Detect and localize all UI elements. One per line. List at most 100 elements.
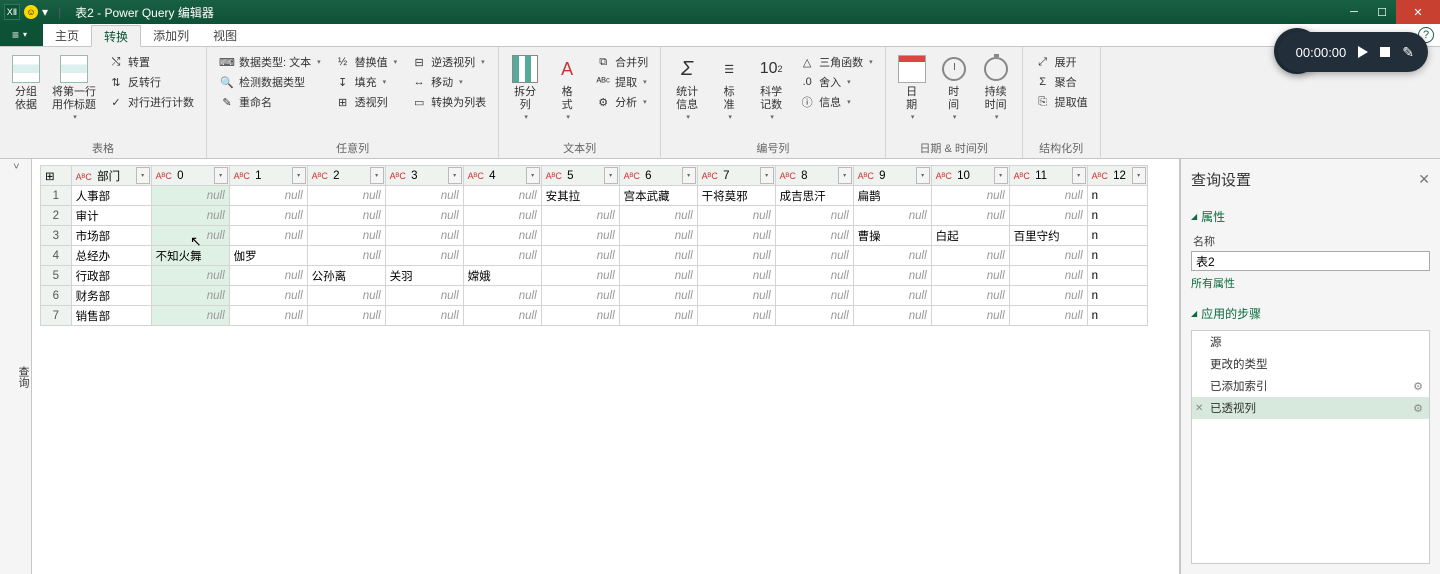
cell[interactable]: null <box>931 286 1009 306</box>
cell[interactable]: n <box>1087 226 1147 246</box>
table-row[interactable]: 6财务部nullnullnullnullnullnullnullnullnull… <box>41 286 1148 306</box>
qat-dropdown[interactable]: ▾ <box>42 5 48 19</box>
filter-button[interactable]: ▾ <box>1132 167 1146 184</box>
cell[interactable]: null <box>385 226 463 246</box>
table-row[interactable]: 7销售部nullnullnullnullnullnullnullnullnull… <box>41 306 1148 326</box>
rounding-button[interactable]: .0舍入 <box>795 73 877 91</box>
cell[interactable]: null <box>697 206 775 226</box>
filter-button[interactable]: ▾ <box>214 167 228 184</box>
expand-button[interactable]: ⤢展开 <box>1031 53 1092 71</box>
scientific-button[interactable]: 科学 记数 <box>751 51 791 123</box>
first-row-headers-button[interactable]: 将第一行 用作标题 <box>48 51 100 123</box>
cell[interactable]: null <box>541 306 619 326</box>
unpivot-button[interactable]: ⊟逆透视列 <box>407 53 490 71</box>
tab-transform[interactable]: 转换 <box>91 25 141 47</box>
column-header[interactable]: AᴮC 7▾ <box>697 166 775 186</box>
step-gear-icon[interactable]: ⚙ <box>1413 380 1423 393</box>
cell[interactable]: null <box>541 206 619 226</box>
cell[interactable]: null <box>853 266 931 286</box>
cell[interactable]: null <box>307 226 385 246</box>
cell[interactable]: null <box>775 306 853 326</box>
cell[interactable]: null <box>1009 306 1087 326</box>
cell[interactable]: null <box>931 206 1009 226</box>
maximize-button[interactable]: ☐ <box>1368 0 1396 24</box>
cell[interactable]: null <box>1009 206 1087 226</box>
recorder-play-button[interactable] <box>1358 46 1368 58</box>
cell[interactable]: null <box>619 266 697 286</box>
statistics-button[interactable]: 统计 信息 <box>667 51 707 123</box>
table-row[interactable]: 3市场部nullnullnullnullnullnullnullnullnull… <box>41 226 1148 246</box>
date-button[interactable]: 日 期 <box>892 51 932 123</box>
filter-button[interactable]: ▾ <box>136 167 150 184</box>
cell[interactable]: 扁鹊 <box>853 186 931 206</box>
fill-button[interactable]: ↧填充 <box>331 73 402 91</box>
cell[interactable]: null <box>541 226 619 246</box>
cell[interactable]: 宫本武藏 <box>619 186 697 206</box>
step-item[interactable]: 源 <box>1192 331 1429 353</box>
cell[interactable]: null <box>307 286 385 306</box>
count-rows-button[interactable]: ✓对行进行计数 <box>104 93 198 111</box>
cell[interactable]: null <box>853 286 931 306</box>
applied-steps-list[interactable]: 源更改的类型已添加索引⚙✕已透视列⚙ <box>1191 330 1430 564</box>
recorder-stop-button[interactable] <box>1380 47 1390 57</box>
cell[interactable]: 不知火舞 <box>151 246 229 266</box>
filter-button[interactable]: ▾ <box>526 167 540 184</box>
cell[interactable]: null <box>541 286 619 306</box>
cell[interactable]: 公孙离 <box>307 266 385 286</box>
cell[interactable]: null <box>151 206 229 226</box>
applied-steps-header[interactable]: 应用的步骤 <box>1191 305 1430 322</box>
data-grid-wrapper[interactable]: ⊞AᴮC 部门▾AᴮC 0▾AᴮC 1▾AᴮC 2▾AᴮC 3▾AᴮC 4▾Aᴮ… <box>32 159 1180 574</box>
cell[interactable]: null <box>541 266 619 286</box>
cell[interactable]: null <box>385 246 463 266</box>
step-item[interactable]: 已添加索引⚙ <box>1192 375 1429 397</box>
cell[interactable]: null <box>307 246 385 266</box>
tab-addcolumn[interactable]: 添加列 <box>141 24 201 46</box>
cell[interactable]: null <box>775 206 853 226</box>
cell[interactable]: n <box>1087 186 1147 206</box>
column-header[interactable]: AᴮC 9▾ <box>853 166 931 186</box>
file-menu-button[interactable]: ≡ <box>0 23 43 46</box>
cell[interactable]: null <box>307 186 385 206</box>
column-header[interactable]: AᴮC 0▾ <box>151 166 229 186</box>
filter-button[interactable]: ▾ <box>448 167 462 184</box>
parse-button[interactable]: ⚙分析 <box>591 93 652 111</box>
detect-type-button[interactable]: 🔍检测数据类型 <box>215 73 325 91</box>
filter-button[interactable]: ▾ <box>760 167 774 184</box>
cell[interactable]: null <box>151 306 229 326</box>
table-row[interactable]: 5行政部nullnull公孙离关羽嫦娥nullnullnullnullnulln… <box>41 266 1148 286</box>
close-button[interactable]: ✕ <box>1396 0 1440 24</box>
cell[interactable]: null <box>463 306 541 326</box>
filter-button[interactable]: ▾ <box>370 167 384 184</box>
filter-button[interactable]: ▾ <box>682 167 696 184</box>
format-button[interactable]: 格 式 <box>547 51 587 123</box>
column-header[interactable]: AᴮC 10▾ <box>931 166 1009 186</box>
cell[interactable]: null <box>463 226 541 246</box>
cell[interactable]: 伽罗 <box>229 246 307 266</box>
cell[interactable]: null <box>775 226 853 246</box>
cell[interactable]: null <box>697 306 775 326</box>
cell[interactable]: null <box>463 246 541 266</box>
data-grid[interactable]: ⊞AᴮC 部门▾AᴮC 0▾AᴮC 1▾AᴮC 2▾AᴮC 3▾AᴮC 4▾Aᴮ… <box>40 165 1148 326</box>
column-header[interactable]: AᴮC 3▾ <box>385 166 463 186</box>
info-button[interactable]: ⓘ信息 <box>795 93 877 111</box>
step-gear-icon[interactable]: ⚙ <box>1413 402 1423 415</box>
cell[interactable]: null <box>229 206 307 226</box>
cell[interactable]: null <box>541 246 619 266</box>
transpose-button[interactable]: ⤭转置 <box>104 53 198 71</box>
cell[interactable]: n <box>1087 206 1147 226</box>
column-header[interactable]: AᴮC 6▾ <box>619 166 697 186</box>
cell[interactable]: null <box>619 306 697 326</box>
move-button[interactable]: ↔移动 <box>407 73 490 91</box>
cell[interactable]: 行政部 <box>71 266 151 286</box>
duration-button[interactable]: 持续 时间 <box>976 51 1016 123</box>
cell[interactable]: n <box>1087 306 1147 326</box>
cell[interactable]: 百里守约 <box>1009 226 1087 246</box>
cell[interactable]: null <box>1009 286 1087 306</box>
cell[interactable]: null <box>385 186 463 206</box>
recorder-edit-button[interactable] <box>1402 44 1414 61</box>
cell[interactable]: null <box>307 206 385 226</box>
cell[interactable]: null <box>853 206 931 226</box>
column-header[interactable]: AᴮC 5▾ <box>541 166 619 186</box>
query-name-input[interactable] <box>1191 251 1430 271</box>
all-properties-link[interactable]: 所有属性 <box>1191 275 1430 291</box>
